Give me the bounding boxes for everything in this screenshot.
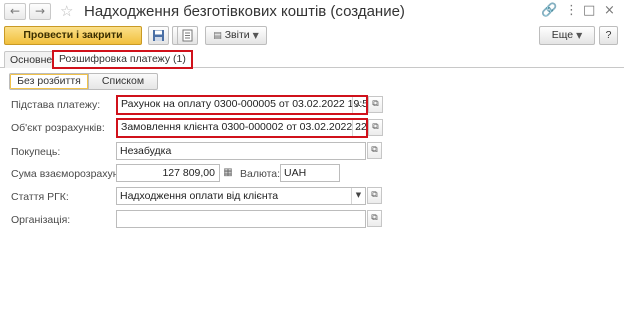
maximize-icon[interactable]: □ [583,3,595,18]
tab-payment-breakdown[interactable]: Розшифровка платежу (1) [52,50,193,69]
currency-field[interactable]: UAH [280,164,340,182]
currency-label: Валюта: [240,168,281,180]
forward-arrow-icon[interactable]: → [29,3,51,20]
article-label: Стаття РГК: [11,191,69,203]
amount-value: 127 809,00 [162,167,215,179]
reports-button[interactable]: ▤ Звіти ▼ [205,26,267,45]
open-icon[interactable]: ⧉ [367,210,382,227]
segment-list[interactable]: Списком [88,73,158,90]
object-label: Об'єкт розрахунків: [11,122,105,134]
chevron-down-icon[interactable]: ▼ [351,188,365,204]
buyer-field[interactable]: Незабудка [116,142,366,160]
amount-field[interactable]: 127 809,00 [116,164,220,182]
currency-value: UAH [284,167,307,179]
basis-value: Рахунок на оплату 0300-000005 от 03.02.2… [121,98,368,110]
save-icon[interactable] [148,26,169,45]
help-button[interactable]: ? [599,26,618,45]
select-button[interactable]: ... [352,120,366,136]
basis-label: Підстава платежу: [11,99,101,111]
link-icon[interactable]: 🔗 [541,3,557,18]
open-icon[interactable]: ⧉ [368,119,383,136]
object-field[interactable]: Замовлення клієнта 0300-000002 от 03.02.… [116,118,368,138]
buyer-value: Незабудка [120,145,172,157]
more-button[interactable]: Еще ▼ [539,26,595,45]
object-value: Замовлення клієнта 0300-000002 от 03.02.… [121,121,367,133]
chevron-down-icon: ▼ [576,31,583,40]
article-value: Надходження оплати від клієнта [120,190,279,202]
buyer-label: Покупець: [11,146,61,158]
back-arrow-icon[interactable]: ← [4,3,26,20]
select-button[interactable]: ... [352,97,366,113]
window-title: Надходження безготівкових коштів (создан… [84,3,405,20]
org-label: Організація: [11,214,71,226]
reports-label: Звіти [224,29,250,41]
command-bar: Провести і закрити ▤ Звіти ▼ Еще ▼ ? [0,23,624,47]
tab-main[interactable]: Основне [4,51,59,68]
segment-no-split[interactable]: Без розбиття [9,73,89,90]
title-bar: ← → ☆ Надходження безготівкових коштів (… [0,0,624,22]
star-icon[interactable]: ☆ [60,2,73,20]
more-vertical-icon[interactable]: ⋮ [565,3,578,18]
open-icon[interactable]: ⧉ [367,187,382,204]
article-select[interactable]: Надходження оплати від клієнта ▼ [116,187,366,205]
chevron-down-icon: ▼ [252,31,259,40]
open-icon[interactable]: ⧉ [367,142,382,159]
more-label: Еще [551,29,574,41]
tab-strip: Основне Розшифровка платежу (1) [0,49,624,69]
basis-field[interactable]: Рахунок на оплату 0300-000005 от 03.02.2… [116,95,368,115]
open-icon[interactable]: ⧉ [368,96,383,113]
org-field[interactable] [116,210,366,228]
list-icon[interactable] [177,26,198,45]
reports-icon: ▤ [213,31,222,41]
close-icon[interactable]: × [604,3,615,18]
post-and-close-button[interactable]: Провести і закрити [4,26,142,45]
calculator-icon[interactable]: ▦ [221,165,235,181]
